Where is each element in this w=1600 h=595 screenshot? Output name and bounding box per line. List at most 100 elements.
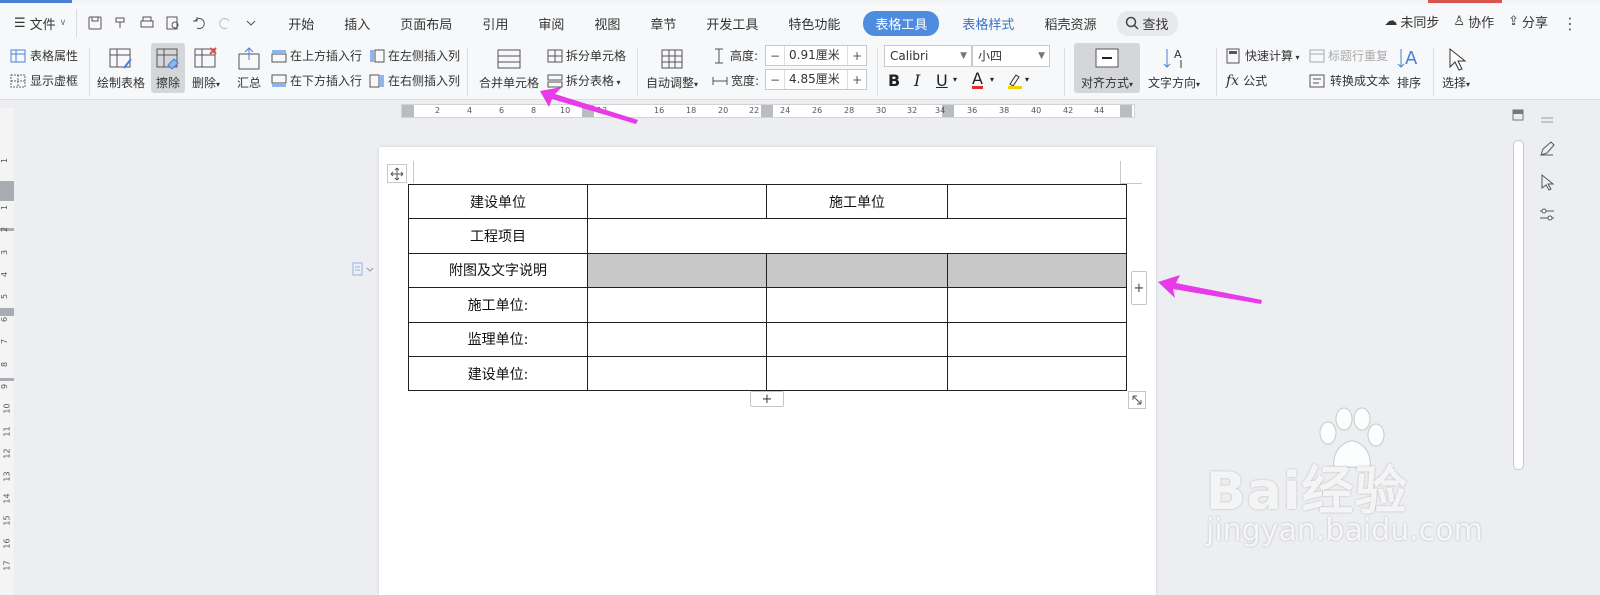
ruler-column-marker[interactable] [582,105,594,117]
tab-references[interactable]: 引用 [467,10,523,37]
tab-developer[interactable]: 开发工具 [691,10,773,37]
width-value[interactable]: 4.85厘米 [784,70,848,89]
align-button[interactable]: 对齐方式▾ [1074,43,1140,93]
merge-cells-button[interactable]: 合并单元格 [479,46,539,91]
height-decrement[interactable]: − [766,49,784,63]
file-menu[interactable]: ☰ 文件 ∨ [0,9,78,37]
table-properties-button[interactable]: 表格属性 [10,47,78,64]
collapse-icon[interactable] [1538,112,1556,130]
erase-button[interactable]: 擦除 [151,43,185,93]
table-cell[interactable] [947,183,1127,220]
delete-button[interactable]: 删除▾ [192,46,220,91]
tab-docer-resources[interactable]: 稻壳资源 [1029,10,1111,37]
collab-button[interactable]: ♙ 协作 [1453,12,1494,31]
table-cell[interactable] [587,287,767,323]
convert-text-button[interactable]: 转换成文本 [1309,72,1390,89]
insert-col-right-button[interactable]: 在右侧插入列 [369,72,460,89]
tab-table-style[interactable]: 表格样式 [947,10,1029,37]
tab-view[interactable]: 视图 [579,10,635,37]
auto-fit-button[interactable]: 自动调整▾ [646,46,698,91]
summary-button[interactable]: 汇总 [236,46,262,91]
print-preview-icon[interactable] [163,12,183,34]
table-cell[interactable] [766,287,948,323]
more-menu-icon[interactable]: ⋮ [1562,14,1578,33]
table-cell[interactable]: 建设单位 [408,183,588,220]
pen-icon[interactable] [1538,140,1556,158]
table-cell[interactable] [947,321,1127,357]
share-button[interactable]: ⇪ 分享 [1508,12,1548,31]
tab-page-layout[interactable]: 页面布局 [385,10,467,37]
height-increment[interactable]: + [848,49,866,63]
width-decrement[interactable]: − [766,73,784,87]
font-color-dropdown[interactable]: ▾ [990,75,994,84]
print-icon[interactable] [137,12,157,34]
vertical-scrollbar-thumb[interactable] [1513,140,1524,470]
table-cell[interactable] [587,183,767,220]
draw-table-button[interactable]: 绘制表格 [97,46,145,91]
underline-button[interactable]: U [936,71,948,90]
sort-button[interactable]: A 排序 [1396,46,1422,91]
table-resize-handle[interactable] [1128,391,1146,409]
document-table[interactable]: 建设单位 施工单位 工程项目 附图及文字说明 施工单位: 监理单位: 建设单位: [408,183,1127,392]
highlight-icon[interactable] [1006,72,1024,90]
quick-calc-button[interactable]: 快速计算 ▾ [1226,47,1300,64]
table-cell[interactable] [947,355,1127,392]
width-increment[interactable]: + [848,73,866,87]
text-direction-button[interactable]: A 文字方向▾ [1148,46,1200,91]
customize-toolbar-icon[interactable] [241,12,261,34]
formula-button[interactable]: fx 公式 [1226,72,1267,89]
bold-button[interactable]: B [888,71,900,90]
table-move-handle[interactable] [387,164,407,183]
font-name-select[interactable]: Calibri ▼ [884,45,972,67]
sync-button[interactable]: ☁ 未同步 [1384,12,1439,31]
document-options-icon[interactable] [352,262,374,276]
table-cell[interactable]: 监理单位: [408,321,588,357]
add-column-button[interactable]: + [1131,271,1147,305]
underline-dropdown[interactable]: ▾ [953,75,957,84]
selected-cell[interactable] [947,252,1127,289]
insert-row-below-button[interactable]: 在下方插入行 [271,72,362,89]
undo-icon[interactable] [189,12,209,34]
table-cell[interactable] [587,355,767,392]
format-painter-icon[interactable] [111,12,131,34]
split-cells-button[interactable]: 拆分单元格 [547,47,626,64]
highlight-dropdown[interactable]: ▾ [1025,75,1029,84]
font-size-select[interactable]: 小四 ▼ [972,45,1050,67]
tab-table-tools[interactable]: 表格工具 [863,10,940,36]
table-cell[interactable]: 施工单位: [408,287,588,323]
height-value[interactable]: 0.91厘米 [784,46,848,65]
table-cell[interactable] [947,287,1127,323]
split-table-button[interactable]: 拆分表格 ▾ [547,72,621,89]
font-color-button[interactable]: A [972,71,983,89]
table-cell[interactable] [766,355,948,392]
table-cell[interactable] [766,321,948,357]
height-stepper[interactable]: − 0.91厘米 + [765,45,867,66]
selected-cell[interactable] [587,252,767,289]
tab-review[interactable]: 审阅 [523,10,579,37]
selected-cell[interactable] [766,252,948,289]
redo-icon[interactable] [215,12,235,34]
tab-chapter[interactable]: 章节 [635,10,691,37]
tab-special[interactable]: 特色功能 [773,10,855,37]
insert-row-above-button[interactable]: 在上方插入行 [271,47,362,64]
table-cell[interactable]: 施工单位 [766,183,948,220]
insert-col-left-button[interactable]: 在左侧插入列 [369,47,460,64]
ruler-column-marker[interactable] [761,105,773,117]
table-cell[interactable]: 工程项目 [408,218,588,254]
search-button[interactable]: 查找 [1117,10,1179,36]
show-gridlines-button[interactable]: 显示虚框 [10,72,78,89]
table-cell[interactable] [587,218,1127,254]
save-icon[interactable] [85,12,105,34]
width-stepper[interactable]: − 4.85厘米 + [765,69,867,90]
tab-home[interactable]: 开始 [273,10,329,37]
tab-insert[interactable]: 插入 [329,10,385,37]
select-button[interactable]: 选择▾ [1442,46,1470,91]
table-cell[interactable]: 建设单位: [408,355,588,392]
pointer-icon[interactable] [1538,173,1556,191]
italic-button[interactable]: I [914,71,920,90]
add-row-button[interactable]: + [750,391,784,407]
table-cell[interactable]: 附图及文字说明 [408,252,588,289]
settings-sliders-icon[interactable] [1538,206,1556,224]
document-page[interactable]: 建设单位 施工单位 工程项目 附图及文字说明 施工单位: 监理单位: 建设单位:… [379,147,1156,595]
split-view-icon[interactable] [1512,109,1524,121]
